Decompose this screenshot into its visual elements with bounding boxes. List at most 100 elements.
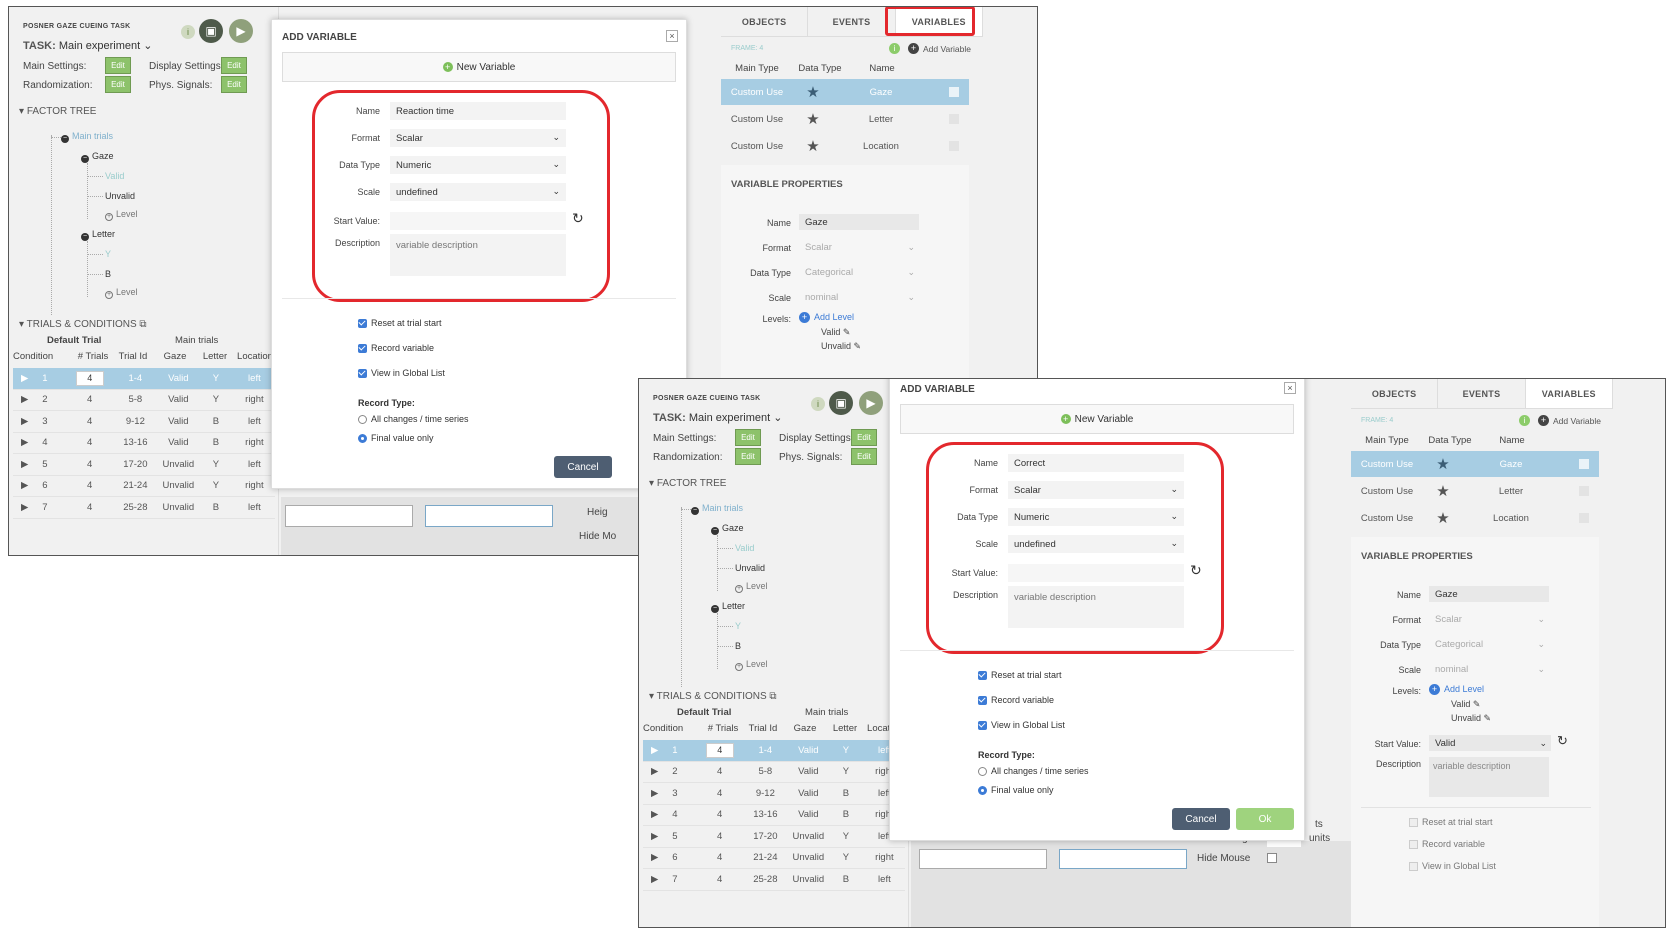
table-row[interactable]: ▶ 5 4 17-20 Unvalid Yleft xyxy=(643,826,905,848)
hide-mouse-checkbox[interactable] xyxy=(1267,853,1277,863)
view-in-global-list-checkbox[interactable]: View in Global List xyxy=(978,720,1065,730)
play-icon[interactable]: ▶ xyxy=(229,19,253,43)
refresh-icon[interactable]: ↻ xyxy=(1557,733,1568,749)
table-row[interactable]: ▶ 6 4 21-24 Unvalid Yright xyxy=(13,476,275,497)
cancel-button[interactable]: Cancel xyxy=(1172,808,1230,830)
tree-node-gaze[interactable]: − Gaze xyxy=(81,151,114,163)
cancel-button[interactable]: Cancel xyxy=(554,456,612,478)
tree-node-y[interactable]: Y xyxy=(735,621,741,631)
tree-node-y[interactable]: Y xyxy=(105,249,111,259)
add-level-button[interactable]: + Level xyxy=(105,209,138,221)
tree-node-letter[interactable]: − Letter xyxy=(711,601,745,613)
factor-tree-header[interactable]: ▾ FACTOR TREE xyxy=(649,478,726,489)
variable-row[interactable]: Custom Use ★ Letter xyxy=(721,106,969,132)
edit-display-settings-button[interactable]: Edit xyxy=(221,57,247,74)
info-icon[interactable]: i xyxy=(181,25,195,39)
tree-node-main-trials[interactable]: − Main trials xyxy=(61,131,113,143)
table-row[interactable]: ▶ 2 4 5-8 Valid Yright xyxy=(643,762,905,783)
canvas-preview-selected[interactable] xyxy=(425,505,553,527)
property-global-list-checkbox[interactable]: View in Global List xyxy=(1409,861,1496,871)
edit-randomization-button[interactable]: Edit xyxy=(105,76,131,93)
reset-at-trial-start-checkbox[interactable]: Reset at trial start xyxy=(978,670,1062,680)
close-icon[interactable]: × xyxy=(1284,382,1296,394)
variable-row[interactable]: Custom Use ★ Location xyxy=(721,133,969,159)
add-variable-button[interactable]: i + Add Variable xyxy=(1518,415,1601,426)
all-changes-radio[interactable]: All changes / time series xyxy=(358,414,469,424)
trials-conditions-header[interactable]: ▾ TRIALS & CONDITIONS ⧉ xyxy=(649,691,777,702)
pencil-icon[interactable]: ✎ xyxy=(843,327,851,337)
task-selector[interactable]: TASK: Main experiment ⌄ xyxy=(653,411,782,424)
property-data-type-select[interactable]: Categorical ⌄ xyxy=(1429,636,1549,652)
table-row[interactable]: ▶ 1 4 1-4 Valid Yleft xyxy=(13,368,275,390)
edit-phys-signals-button[interactable]: Edit xyxy=(221,76,247,93)
table-row[interactable]: ▶ 4 4 13-16 Valid Bright xyxy=(643,805,905,826)
variable-row[interactable]: Custom Use ★ Location xyxy=(1351,505,1599,531)
save-icon[interactable]: ▣ xyxy=(829,391,853,415)
record-variable-checkbox[interactable]: Record variable xyxy=(978,695,1054,705)
final-value-only-radio[interactable]: Final value only xyxy=(358,433,434,443)
tab-variables[interactable]: VARIABLES xyxy=(1525,379,1613,408)
task-selector[interactable]: TASK: Main experiment ⌄ xyxy=(23,39,152,52)
table-row[interactable]: ▶ 7 4 25-28 Unvalid Bleft xyxy=(13,497,275,519)
add-variable-button[interactable]: i + Add Variable xyxy=(888,43,971,54)
table-row[interactable]: ▶ 3 4 9-12 Valid Bleft xyxy=(13,411,275,433)
property-scale-select[interactable]: nominal ⌄ xyxy=(1429,661,1549,677)
property-description-textarea[interactable]: variable description xyxy=(1429,757,1549,797)
property-scale-select[interactable]: nominal ⌄ xyxy=(799,289,919,305)
edit-randomization-button[interactable]: Edit xyxy=(735,448,761,465)
tree-node-main-trials[interactable]: − Main trials xyxy=(691,503,743,515)
property-start-value-select[interactable]: Valid ⌄ xyxy=(1429,735,1551,751)
new-variable-button[interactable]: + New Variable xyxy=(282,52,676,82)
final-value-only-radio[interactable]: Final value only xyxy=(978,785,1054,795)
edit-phys-signals-button[interactable]: Edit xyxy=(851,448,877,465)
property-name-input[interactable]: Gaze xyxy=(799,214,919,230)
add-level-button[interactable]: + Level xyxy=(105,287,138,299)
ok-button[interactable]: Ok xyxy=(1236,808,1294,830)
edit-display-settings-button[interactable]: Edit xyxy=(851,429,877,446)
close-icon[interactable]: × xyxy=(666,30,678,42)
variable-row[interactable]: Custom Use ★ Gaze xyxy=(1351,451,1599,477)
edit-main-settings-button[interactable]: Edit xyxy=(735,429,761,446)
property-format-select[interactable]: Scalar ⌄ xyxy=(799,239,919,255)
factor-tree-header[interactable]: ▾ FACTOR TREE xyxy=(19,106,96,117)
trials-conditions-header[interactable]: ▾ TRIALS & CONDITIONS ⧉ xyxy=(19,319,147,330)
tab-events[interactable]: EVENTS xyxy=(1438,379,1526,408)
tab-events[interactable]: EVENTS xyxy=(808,7,896,36)
property-format-select[interactable]: Scalar ⌄ xyxy=(1429,611,1549,627)
record-variable-checkbox[interactable]: Record variable xyxy=(358,343,434,353)
save-icon[interactable]: ▣ xyxy=(199,19,223,43)
add-level-button[interactable]: + Add Level xyxy=(1429,684,1484,695)
tree-node-valid[interactable]: Valid xyxy=(735,543,754,553)
all-changes-radio[interactable]: All changes / time series xyxy=(978,766,1089,776)
view-in-global-list-checkbox[interactable]: View in Global List xyxy=(358,368,445,378)
table-row[interactable]: ▶ 1 4 1-4 Valid Yleft xyxy=(643,740,905,762)
tree-node-gaze[interactable]: − Gaze xyxy=(711,523,744,535)
tree-node-letter[interactable]: − Letter xyxy=(81,229,115,241)
external-link-icon[interactable]: ⧉ xyxy=(139,319,146,330)
tree-node-b[interactable]: B xyxy=(105,269,111,279)
add-level-button[interactable]: + Level xyxy=(735,581,768,593)
add-level-button[interactable]: + Add Level xyxy=(799,312,854,323)
canvas-preview-selected[interactable] xyxy=(1059,849,1187,869)
property-reset-checkbox[interactable]: Reset at trial start xyxy=(1409,817,1493,827)
table-row[interactable]: ▶ 5 4 17-20 Unvalid Yleft xyxy=(13,454,275,476)
pencil-icon[interactable]: ✎ xyxy=(854,341,862,351)
table-row[interactable]: ▶ 7 4 25-28 Unvalid Bleft xyxy=(643,869,905,891)
property-name-input[interactable]: Gaze xyxy=(1429,586,1549,602)
tree-node-unvalid[interactable]: Unvalid xyxy=(105,191,135,201)
variable-row[interactable]: Custom Use ★ Gaze xyxy=(721,79,969,105)
reset-at-trial-start-checkbox[interactable]: Reset at trial start xyxy=(358,318,442,328)
variable-row[interactable]: Custom Use ★ Letter xyxy=(1351,478,1599,504)
tab-objects[interactable]: OBJECTS xyxy=(721,7,809,36)
external-link-icon[interactable]: ⧉ xyxy=(769,691,776,702)
pencil-icon[interactable]: ✎ xyxy=(1473,699,1481,709)
new-variable-button[interactable]: + New Variable xyxy=(900,404,1294,434)
tree-node-unvalid[interactable]: Unvalid xyxy=(735,563,765,573)
property-data-type-select[interactable]: Categorical ⌄ xyxy=(799,264,919,280)
add-level-button[interactable]: + Level xyxy=(735,659,768,671)
edit-main-settings-button[interactable]: Edit xyxy=(105,57,131,74)
tree-node-b[interactable]: B xyxy=(735,641,741,651)
table-row[interactable]: ▶ 3 4 9-12 Valid Bleft xyxy=(643,783,905,805)
table-row[interactable]: ▶ 2 4 5-8 Valid Yright xyxy=(13,390,275,411)
pencil-icon[interactable]: ✎ xyxy=(1484,713,1492,723)
